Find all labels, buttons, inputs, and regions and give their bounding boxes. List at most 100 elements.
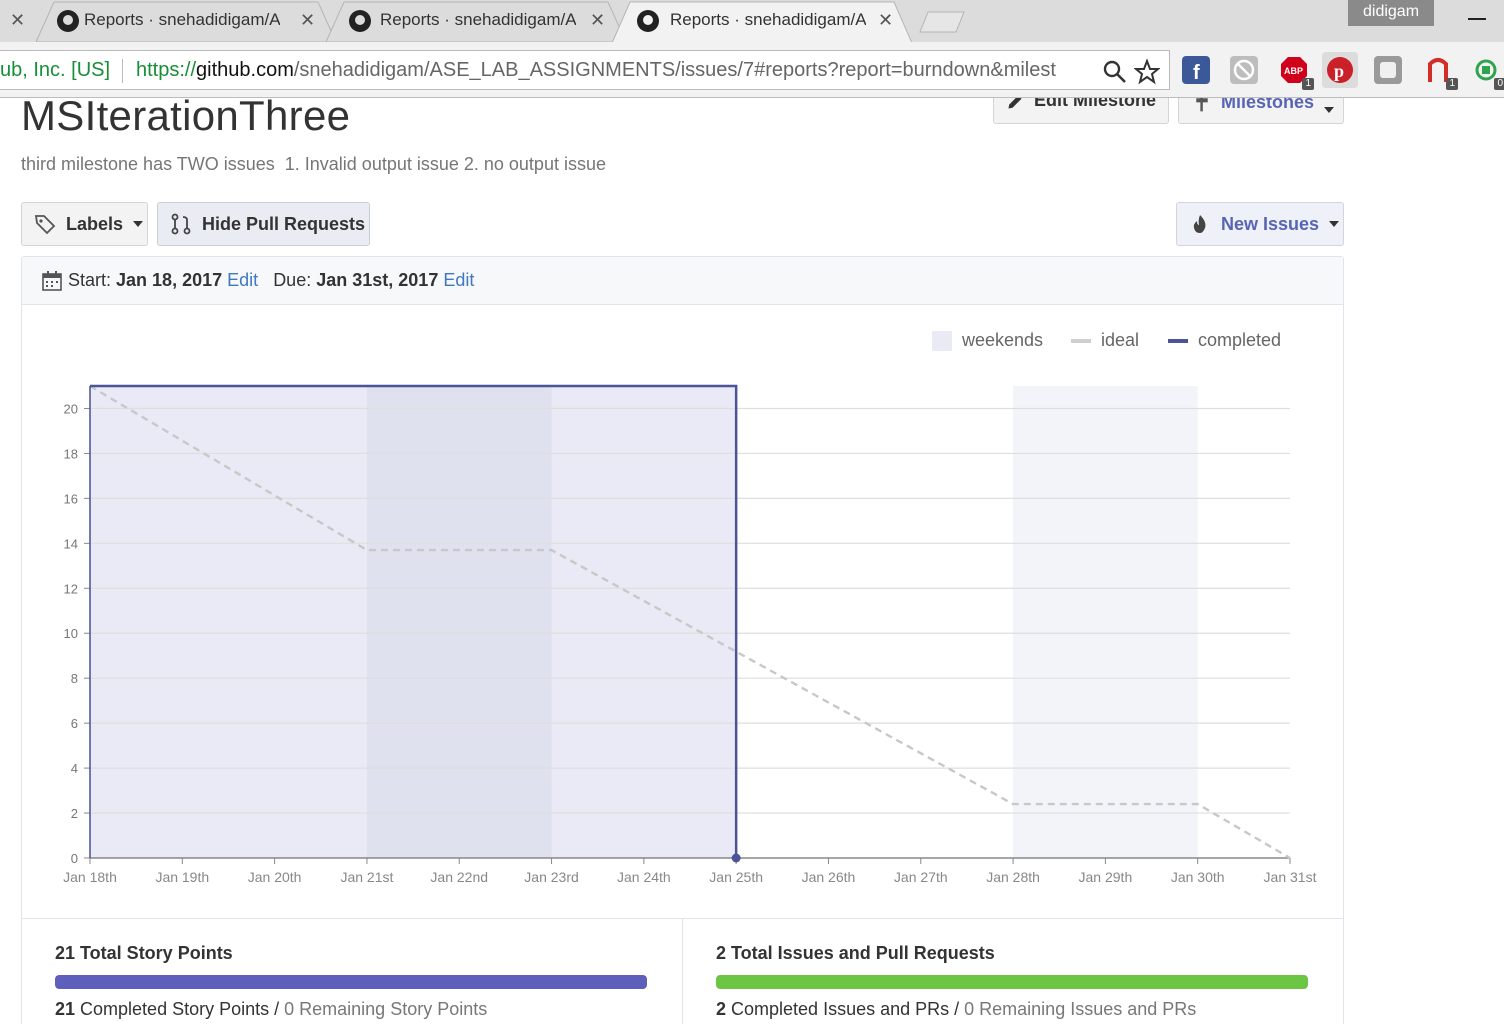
github-icon — [637, 10, 659, 32]
story-points-progress — [55, 975, 647, 989]
legend-swatch — [1168, 338, 1188, 343]
x-tick-label: Jan 30th — [1171, 869, 1225, 885]
y-tick-label: 8 — [71, 671, 78, 686]
minimize-icon[interactable] — [1468, 18, 1486, 20]
svg-text:ABP: ABP — [1284, 66, 1303, 76]
svg-text:f: f — [1193, 62, 1200, 84]
legend-label: weekends — [962, 330, 1044, 350]
browser-toolbar: ub, Inc. [US] https://github.com/snehadi… — [0, 42, 1504, 98]
progress-fill — [716, 975, 1308, 989]
tag-icon — [34, 215, 56, 235]
x-tick-label: Jan 20th — [248, 869, 302, 885]
x-tick-label: Jan 28th — [986, 869, 1040, 885]
bookmark-star-icon[interactable] — [1134, 59, 1160, 85]
legend-swatch — [932, 330, 952, 351]
new-issues-dropdown[interactable]: New Issues — [1176, 202, 1344, 246]
x-tick-label: Jan 18th — [63, 869, 117, 885]
edit-milestone-button[interactable]: Edit Milestone — [993, 98, 1169, 124]
zoom-icon[interactable] — [1102, 59, 1128, 85]
url-path: /snehadidigam/ASE_LAB_ASSIGNMENTS/issues… — [293, 59, 1056, 81]
issues-title: 2 Total Issues and Pull Requests — [716, 943, 995, 963]
y-tick-label: 0 — [71, 851, 78, 866]
chevron-down-icon — [1324, 107, 1335, 113]
flame-icon — [1193, 215, 1206, 233]
x-tick-label: Jan 27th — [894, 869, 948, 885]
y-tick-label: 14 — [64, 536, 78, 551]
issues-summary: 2 Completed Issues and PRs / 0 Remaining… — [716, 999, 1196, 1020]
issues-stat: 2 Total Issues and Pull Requests 2 Compl… — [682, 919, 1343, 1024]
sync-icon[interactable]: 0 — [1472, 56, 1504, 90]
y-tick-label: 16 — [64, 491, 78, 506]
y-tick-label: 12 — [64, 581, 78, 596]
legend-ideal: ideal — [1071, 330, 1139, 351]
blocker-icon[interactable] — [1230, 56, 1258, 84]
story-points-title: 21 Total Story Points — [55, 943, 233, 963]
labels-dropdown[interactable]: Labels — [21, 202, 148, 246]
github-icon — [349, 10, 371, 32]
remaining-count: 0 — [964, 999, 975, 1019]
page-content: MSIterationThree third milestone has TWO… — [0, 98, 1504, 1024]
certificate-label[interactable]: ub, Inc. [US] — [0, 59, 110, 82]
shield-icon[interactable] — [1374, 56, 1402, 84]
tab-close-icon[interactable]: ✕ — [590, 10, 605, 31]
y-tick-label: 10 — [64, 626, 78, 641]
hide-pull-requests-button[interactable]: Hide Pull Requests — [157, 202, 370, 246]
x-tick-label: Jan 21st — [340, 869, 393, 885]
new-tab-button[interactable] — [918, 10, 966, 34]
pinterest-icon[interactable]: p — [1322, 52, 1358, 88]
remaining-text: Remaining Story Points — [294, 999, 488, 1019]
lastpass-icon[interactable]: 1 — [1424, 56, 1458, 90]
divider — [122, 59, 123, 83]
labels-label: Labels — [66, 213, 124, 234]
address-bar[interactable]: ub, Inc. [US] https://github.com/snehadi… — [0, 50, 1170, 90]
browser-tab[interactable]: Reports · snehadidigam/A ✕ — [36, 0, 336, 42]
edit-due-link[interactable]: Edit — [443, 270, 474, 290]
extension-badge: 1 — [1302, 78, 1314, 90]
browser-tab-active[interactable]: Reports · snehadidigam/A ✕ — [612, 0, 912, 42]
edit-start-link[interactable]: Edit — [227, 270, 258, 290]
remaining-text: Remaining Issues and PRs — [974, 999, 1197, 1019]
completed-point — [731, 853, 741, 863]
y-tick-label: 18 — [64, 446, 78, 461]
milestone-dates-header: Start: Jan 18, 2017 Edit Due: Jan 31st, … — [22, 257, 1343, 305]
browser-tab-strip: ✕ Reports · snehadidigam/A ✕ Reports · s… — [0, 0, 1504, 42]
x-tick-label: Jan 23rd — [524, 869, 578, 885]
milestones-dropdown[interactable]: Milestones — [1178, 98, 1344, 124]
date-range: Start: Jan 18, 2017 Edit Due: Jan 31st, … — [68, 270, 474, 291]
legend-label: ideal — [1101, 330, 1140, 350]
x-tick-label: Jan 31st — [1264, 869, 1317, 885]
url-text[interactable]: https://github.com/snehadidigam/ASE_LAB_… — [136, 59, 1094, 82]
weekend-band — [366, 386, 552, 858]
chevron-down-icon — [1329, 221, 1340, 227]
tab-close-icon[interactable]: ✕ — [878, 10, 893, 31]
due-prefix: Due: — [273, 270, 312, 290]
profile-button[interactable]: didigam — [1348, 0, 1434, 26]
extension-badge: 0 — [1494, 78, 1504, 90]
milestone-description: third milestone has TWO issues 1. Invali… — [21, 154, 606, 174]
github-icon — [57, 10, 79, 32]
url-scheme: https:// — [136, 59, 197, 81]
adblock-icon[interactable]: ABP 1 — [1280, 56, 1314, 90]
story-points-summary: 21 Completed Story Points / 0 Remaining … — [55, 999, 487, 1020]
milestone-icon — [1196, 98, 1208, 112]
legend-label: completed — [1198, 330, 1282, 350]
legend-weekends: weekends — [932, 330, 1043, 351]
pull-request-icon — [171, 213, 191, 235]
x-tick-label: Jan 24th — [617, 869, 671, 885]
tab-title: Reports · snehadidigam/A — [670, 10, 866, 29]
x-tick-label: Jan 26th — [802, 869, 856, 885]
tab-close-icon[interactable]: ✕ — [300, 10, 315, 31]
edit-milestone-label: Edit Milestone — [1034, 98, 1157, 110]
remaining-count: 0 — [284, 999, 295, 1019]
legend-swatch — [1071, 338, 1091, 343]
new-issues-label: New Issues — [1221, 213, 1320, 234]
facebook-icon[interactable]: f — [1182, 56, 1210, 84]
y-tick-label: 6 — [71, 716, 78, 731]
browser-tab[interactable]: Reports · snehadidigam/A ✕ — [326, 0, 626, 42]
x-tick-label: Jan 19th — [155, 869, 209, 885]
calendar-icon — [42, 271, 62, 291]
milestones-label: Milestones — [1221, 98, 1315, 112]
hide-pull-requests-label: Hide Pull Requests — [202, 213, 366, 234]
y-tick-label: 2 — [71, 806, 78, 821]
milestone-title: MSIterationThree — [21, 98, 351, 139]
